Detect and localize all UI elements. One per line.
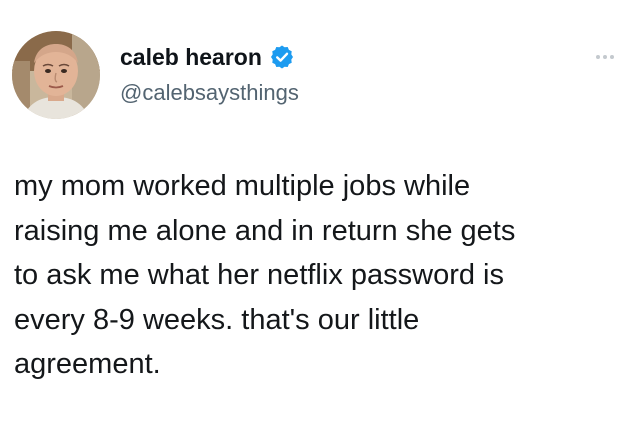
tweet-text-line: every 8-9 weeks. that's our little bbox=[14, 303, 420, 336]
more-dot bbox=[603, 55, 607, 59]
tweet-text-line: agreement. bbox=[14, 348, 161, 380]
avatar[interactable] bbox=[12, 31, 100, 119]
tweet-text-line: to ask me what her netflix password is bbox=[14, 259, 504, 291]
more-options-icon[interactable] bbox=[590, 50, 620, 64]
tweet-text: my mom worked multiple jobs while raisin… bbox=[14, 164, 626, 387]
tweet-card: caleb hearon @calebsaysthings my mom wor… bbox=[0, 0, 640, 432]
tweet-text-line: raising me alone and in return she gets bbox=[14, 214, 516, 247]
author-handle[interactable]: @calebsaysthings bbox=[120, 80, 299, 106]
author-name-row: caleb hearon bbox=[120, 42, 294, 72]
verified-badge-icon bbox=[270, 45, 294, 69]
more-dot bbox=[610, 55, 614, 59]
author-display-name[interactable]: caleb hearon bbox=[120, 44, 262, 71]
avatar-photo-icon bbox=[12, 31, 100, 119]
more-dot bbox=[596, 55, 600, 59]
tweet-text-line: my mom worked multiple jobs while bbox=[14, 170, 471, 202]
